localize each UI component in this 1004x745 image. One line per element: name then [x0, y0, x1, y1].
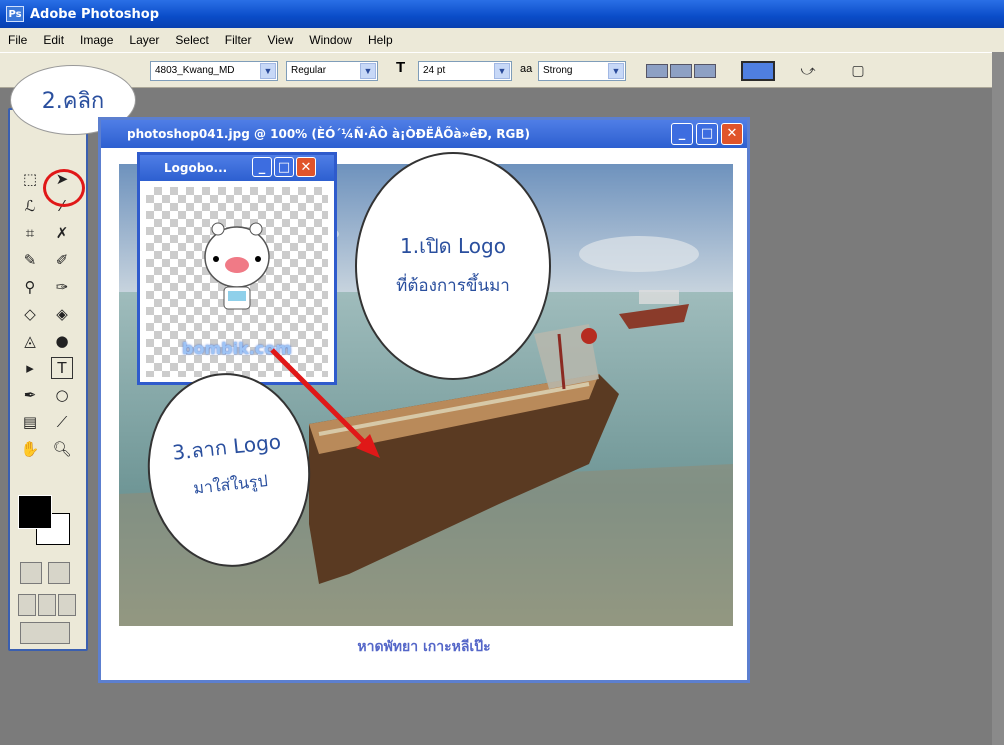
drag-arrow	[270, 348, 380, 458]
right-edge-panel	[992, 52, 1004, 745]
